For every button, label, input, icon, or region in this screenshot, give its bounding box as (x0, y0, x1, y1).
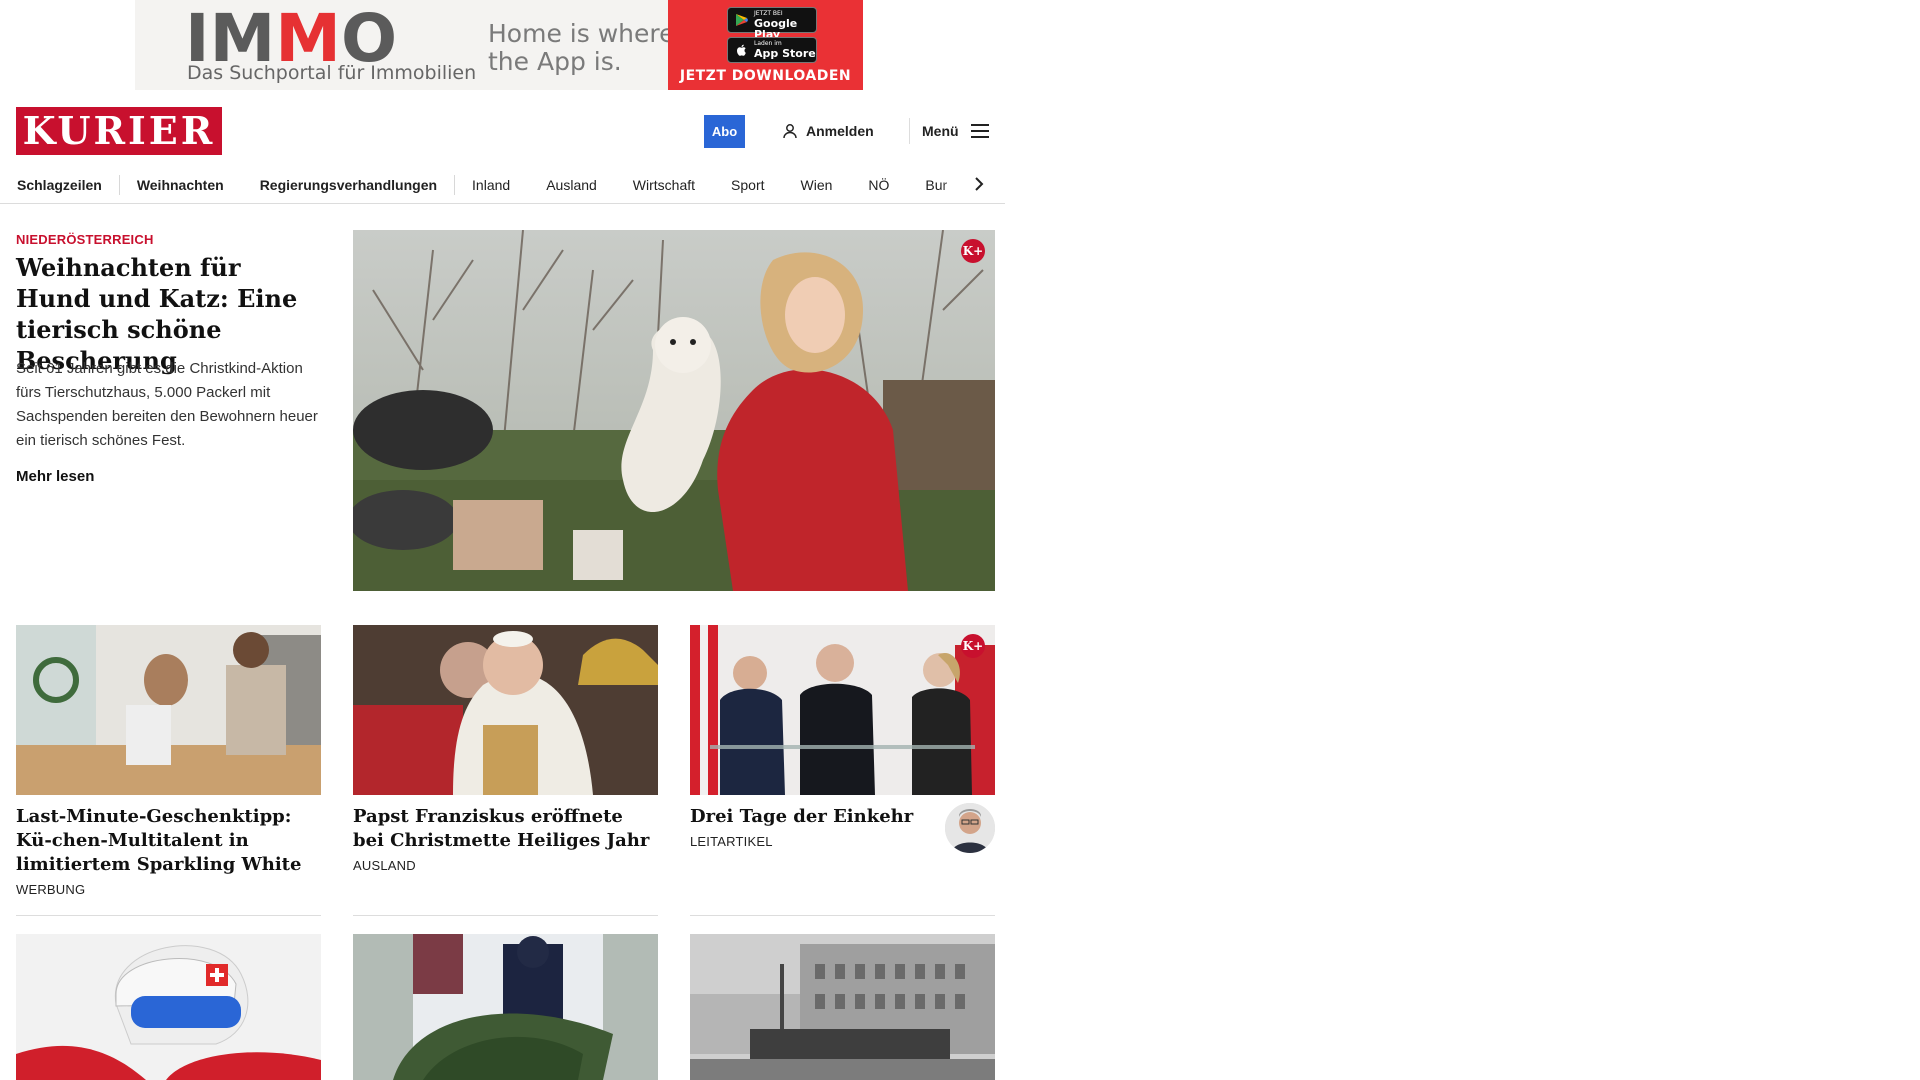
nav-item-wien[interactable]: Wien (801, 178, 833, 192)
nav-item-wirtschaft[interactable]: Wirtschaft (633, 178, 695, 192)
article-card-image[interactable] (690, 934, 995, 1080)
article-card-image[interactable] (16, 934, 321, 1080)
author-photo-illustration (945, 803, 995, 853)
ad-slogan: Home is where the App is. (488, 19, 675, 76)
read-more-link[interactable]: Mehr lesen (16, 469, 94, 484)
author-avatar[interactable] (945, 803, 995, 853)
article-image[interactable] (353, 625, 658, 795)
google-play-badge[interactable]: JETZT BEI Google Play (727, 7, 817, 40)
site-logo[interactable]: KURIER (16, 107, 222, 155)
apple-icon (737, 44, 746, 56)
menu-label: Menü (922, 123, 959, 139)
header-divider (909, 118, 910, 144)
user-icon (783, 124, 797, 139)
christmas-tree-photo-illustration (353, 934, 658, 1080)
nav-item-noe[interactable]: NÖ (868, 178, 889, 192)
menu-button[interactable]: Menü (922, 118, 989, 144)
pope-photo-illustration (353, 625, 658, 795)
kitchen-photo-illustration (16, 625, 321, 795)
article-title[interactable]: Last-Minute-Geschenktipp: Kü-chen-Multit… (16, 805, 321, 877)
nav-item-sport[interactable]: Sport (731, 178, 764, 192)
nav-fade (939, 166, 999, 203)
article-image[interactable] (16, 625, 321, 795)
article-title[interactable]: Drei Tage der Einkehr (690, 805, 920, 829)
historic-vienna-photo-illustration (690, 934, 995, 1080)
card-divider (16, 915, 321, 916)
premium-badge: K+ (961, 239, 985, 263)
card-divider (690, 915, 995, 916)
hero-photo-illustration (353, 230, 995, 591)
chevron-right-icon[interactable] (971, 176, 987, 192)
card-divider (353, 915, 658, 916)
nav-divider (118, 174, 120, 195)
article-tag: WERBUNG (16, 882, 86, 897)
ad-download-label[interactable]: JETZT DOWNLOADEN (668, 69, 863, 83)
section-nav-items: Schlagzeilen Weihnachten Regierungsverha… (17, 166, 983, 203)
app-store-badge[interactable]: Laden im App Store (727, 37, 817, 63)
politics-photo-illustration (690, 625, 995, 795)
abo-button[interactable]: Abo (704, 115, 745, 148)
article-tag: AUSLAND (353, 858, 416, 873)
article-image[interactable]: K+ (690, 625, 995, 795)
nav-item-ausland[interactable]: Ausland (546, 178, 597, 192)
nav-item-weihnachten[interactable]: Weihnachten (137, 178, 224, 192)
premium-badge: K+ (961, 634, 985, 658)
nav-item-schlagzeilen[interactable]: Schlagzeilen (17, 178, 102, 192)
nav-divider (454, 174, 456, 195)
hero-kicker[interactable]: NIEDERÖSTERREICH (16, 233, 154, 246)
login-label: Anmelden (806, 123, 874, 139)
google-play-icon (736, 14, 748, 26)
nav-item-inland[interactable]: Inland (472, 178, 510, 192)
article-card[interactable]: Papst Franziskus eröffnete bei Christmet… (353, 625, 658, 872)
hamburger-icon (970, 124, 989, 138)
hero-lead: Seit 61 Jahren gibt es die Christkind-Ak… (16, 360, 318, 449)
skier-photo-illustration (16, 934, 321, 1080)
article-title[interactable]: Papst Franziskus eröffnete bei Christmet… (353, 805, 658, 853)
article-card-image[interactable] (353, 934, 658, 1080)
ad-subline: Das Suchportal für Immobilien (187, 62, 477, 84)
nav-item-regierungsverhandlungen[interactable]: Regierungsverhandlungen (260, 178, 437, 192)
article-card[interactable]: Last-Minute-Geschenktipp: Kü-chen-Multit… (16, 625, 321, 896)
ad-banner[interactable]: IMMO Das Suchportal für Immobilien Home … (135, 0, 863, 90)
section-nav: Schlagzeilen Weihnachten Regierungsverha… (0, 166, 1005, 204)
ad-cta-panel[interactable]: JETZT BEI Google Play Laden im App Store… (668, 0, 863, 90)
hero-image[interactable]: K+ (353, 230, 995, 591)
login-button[interactable]: Anmelden (782, 118, 874, 144)
